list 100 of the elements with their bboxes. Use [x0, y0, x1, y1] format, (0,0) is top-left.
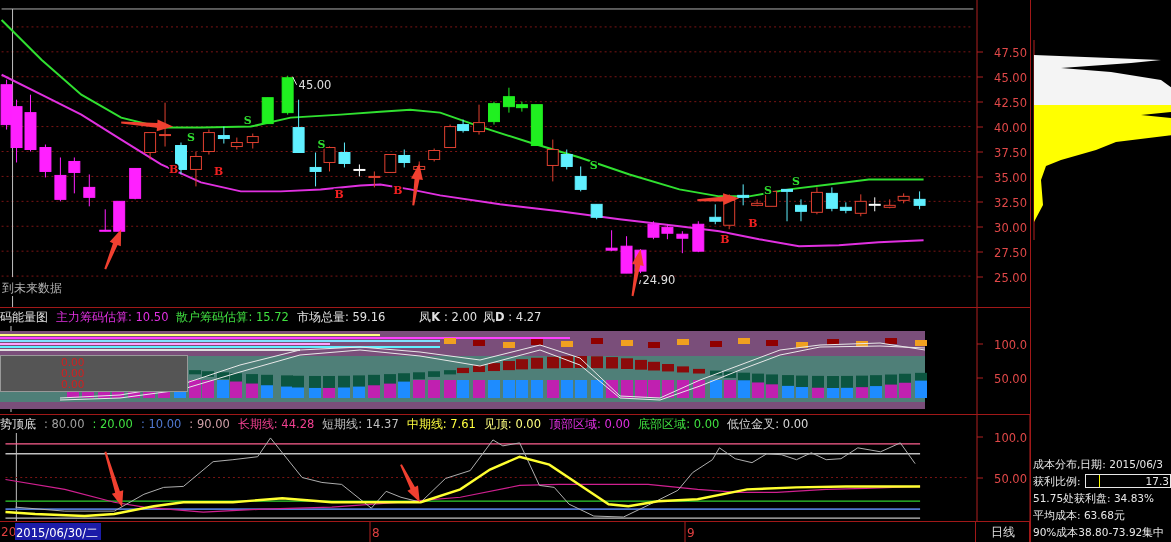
candlestick — [281, 75, 294, 116]
axis-label: 45.00 — [994, 71, 1027, 85]
indicator-bar-stack — [323, 376, 335, 398]
candlestick — [159, 102, 172, 147]
candlestick — [0, 79, 13, 131]
indicator-bar-stack — [710, 341, 722, 398]
signal-label: B — [720, 233, 730, 247]
candlestick — [913, 190, 926, 210]
signal-label: S — [589, 159, 598, 173]
indicator-bar-stack — [899, 373, 911, 398]
pointer-arrow — [104, 229, 122, 270]
candlestick — [261, 97, 274, 125]
indicator-bar-stack — [217, 372, 229, 398]
axis-label: 100.0 — [994, 431, 1027, 445]
profit-ratio-label: 获利比例: — [1033, 474, 1081, 488]
candlestick — [897, 192, 910, 204]
candlestick — [795, 198, 807, 222]
indicator-bar-stack — [621, 340, 633, 398]
signal-label: S — [792, 175, 800, 189]
indicator-bar-stack — [292, 375, 304, 398]
leader-line — [639, 279, 641, 285]
candlestick — [605, 229, 618, 252]
indicator-bar-stack — [488, 363, 500, 398]
axis-label: 40.00 — [994, 121, 1027, 135]
indicator-readout: 凤K : 2.00 — [419, 309, 478, 325]
candlestick — [353, 163, 366, 177]
profit-ratio-value: 17.3 — [1145, 475, 1169, 487]
indicator-bar-stack — [856, 341, 868, 398]
indicator-bar-stack — [338, 375, 350, 398]
candlestick — [39, 144, 52, 178]
cost-date-text: 成本分布,日期: 2015/06/3 — [1033, 457, 1165, 471]
indicator-bar-stack — [827, 339, 839, 398]
candlestick — [574, 165, 587, 192]
candlestick — [189, 151, 202, 187]
signal-label: B — [393, 184, 403, 198]
signal-label: B — [334, 188, 344, 202]
axis-label: 42.50 — [994, 96, 1027, 110]
indicator-readout: 中期线: 7.61 — [406, 416, 476, 432]
indicator-bar-stack — [738, 338, 750, 398]
pointer-arrow — [631, 249, 644, 297]
indicator-bar-stack — [368, 374, 380, 398]
indicator-bar-stack — [870, 375, 882, 398]
axis-label: 47.50 — [994, 46, 1027, 60]
candlestick — [676, 230, 689, 254]
axis-label: 25.00 — [994, 271, 1027, 285]
pointer-arrow — [104, 451, 124, 508]
indicator-bar-stack — [693, 368, 705, 398]
pointer-arrow — [400, 464, 420, 503]
indicator-bar-stack — [384, 374, 396, 398]
indicator-bar-stack — [885, 338, 897, 398]
candlestick — [473, 104, 485, 136]
price-label: 24.90 — [642, 273, 676, 288]
overlay-value: 0.00 — [61, 357, 86, 368]
candlestick — [54, 157, 67, 202]
indicator-bar-stack — [261, 374, 273, 398]
cost-info-text: 51.75处获利盘: 34.83% — [1033, 491, 1155, 505]
candlestick — [488, 101, 500, 126]
indicator-bar-stack — [561, 341, 573, 398]
indicator-readout: 凤D : 4.27 — [483, 309, 542, 325]
candlestick — [99, 208, 112, 232]
axis-label: 50.00 — [994, 372, 1027, 386]
candlestick — [398, 149, 411, 168]
indicator-bar-stack — [606, 357, 618, 398]
indicator-bar-stack — [841, 375, 853, 398]
indicator-bar-stack — [724, 371, 736, 398]
candlestick — [781, 188, 793, 222]
signal-label: B — [748, 217, 758, 231]
candlestick — [309, 152, 322, 187]
axis-label: 100.0 — [994, 338, 1027, 352]
candlestick — [246, 133, 259, 149]
axis-label: 50.00 — [994, 472, 1027, 486]
chart-note: 到未来数据 — [1, 281, 62, 296]
indicator-readout: 低位金叉: 0.00 — [727, 416, 809, 432]
candlestick — [338, 142, 351, 168]
indicator-bar-stack — [591, 338, 603, 398]
indicator-bar-stack — [677, 339, 689, 398]
indicator-bar-stack — [353, 375, 365, 398]
indicator-bar-stack — [915, 340, 927, 398]
indicator-bar-stack — [782, 375, 794, 398]
indicator-bar-stack — [547, 356, 559, 398]
cost-info-text: 平均成本: 63.68元 — [1033, 508, 1126, 522]
axis-label: 32.50 — [994, 196, 1027, 210]
candlestick — [323, 146, 336, 172]
candlestick — [83, 173, 96, 207]
pointer-arrow — [411, 163, 423, 206]
candlestick — [129, 167, 142, 200]
overlay-value: 0.00 — [61, 379, 86, 390]
candlestick — [647, 220, 660, 240]
indicator-bar-stack — [662, 364, 674, 398]
indicator-bar-stack — [246, 374, 258, 398]
cost-info-text: 90%成本38.80-73.92集中 — [1033, 525, 1166, 539]
candlestick — [368, 170, 381, 188]
candlestick — [292, 99, 305, 153]
indicator-readout: 底部区域: 0.00 — [638, 416, 720, 432]
indicator-readout: 长期线: 44.28 — [237, 416, 315, 432]
indicator-readout: : 10.00 — [140, 417, 182, 431]
indicator-bar-stack — [575, 356, 587, 398]
indicator-bar-stack — [398, 373, 410, 398]
indicator-bar-stack — [796, 342, 808, 398]
candlestick — [530, 104, 543, 147]
